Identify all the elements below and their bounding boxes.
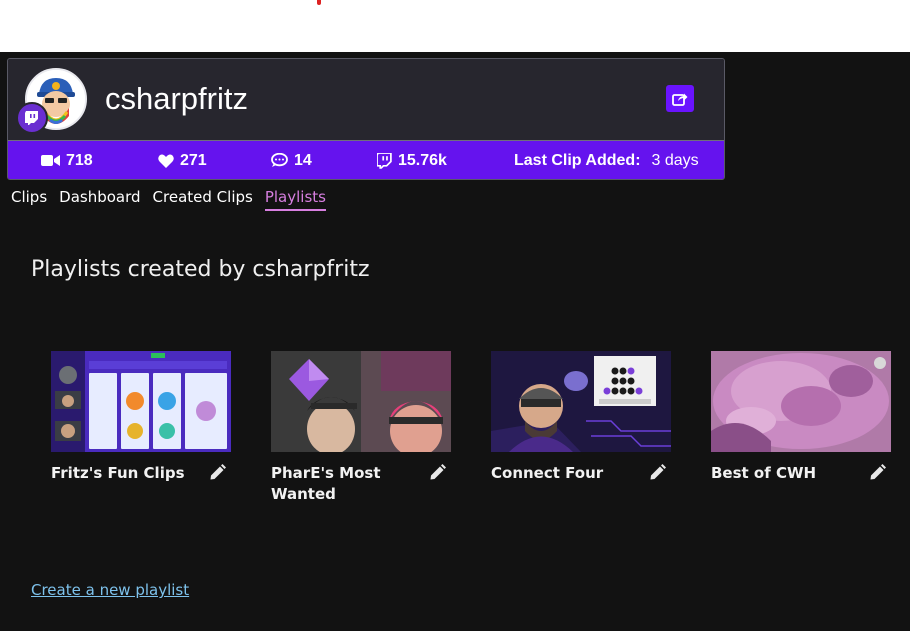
- username: csharpfritz: [105, 81, 248, 116]
- top-bar-mark: [317, 0, 321, 5]
- video-camera-icon: [41, 155, 60, 166]
- stat-comments: 14: [271, 141, 312, 179]
- playlist-title[interactable]: Connect Four: [491, 463, 641, 484]
- top-bar: [0, 0, 910, 52]
- edit-playlist-button[interactable]: [427, 462, 447, 482]
- last-clip-value: 3 days: [651, 151, 699, 169]
- pencil-icon: [870, 463, 886, 479]
- playlist-thumbnail[interactable]: [711, 351, 891, 452]
- comment-icon: [271, 153, 288, 167]
- share-button[interactable]: [666, 85, 694, 112]
- stat-likes-value: 271: [180, 151, 207, 169]
- playlist-thumbnail[interactable]: [271, 351, 451, 452]
- create-playlist-link[interactable]: Create a new playlist: [31, 581, 189, 599]
- stats-bar: 718 271 14 15.76k Last Clip Added: 3 day…: [8, 141, 724, 179]
- profile-header: csharpfritz: [8, 59, 724, 141]
- stat-views-value: 15.76k: [398, 151, 447, 169]
- playlist-title[interactable]: Fritz's Fun Clips: [51, 463, 201, 484]
- edit-playlist-button[interactable]: [207, 462, 227, 482]
- pencil-icon: [430, 463, 446, 479]
- stat-views: 15.76k: [377, 141, 447, 179]
- playlist-title[interactable]: Best of CWH: [711, 463, 861, 484]
- heart-icon: [158, 154, 174, 168]
- edit-playlist-button[interactable]: [647, 462, 667, 482]
- pencil-icon: [650, 463, 666, 479]
- profile-card: csharpfritz 718 271 14 15.76k Last Clip …: [7, 58, 725, 180]
- pencil-icon: [210, 463, 226, 479]
- stat-clips-value: 718: [66, 151, 93, 169]
- tab-bar: Clips Dashboard Created Clips Playlists: [11, 188, 326, 211]
- tab-dashboard[interactable]: Dashboard: [59, 188, 140, 211]
- twitch-icon: [377, 152, 392, 169]
- twitch-badge: [16, 102, 48, 134]
- stat-clips: 718: [41, 141, 93, 179]
- playlist-card: Fritz's Fun Clips: [51, 351, 232, 482]
- stat-comments-value: 14: [294, 151, 312, 169]
- playlist-card: Best of CWH: [711, 351, 892, 482]
- playlist-card: PharE's Most Wanted: [271, 351, 452, 503]
- twitch-icon: [25, 110, 38, 125]
- tab-created-clips[interactable]: Created Clips: [153, 188, 253, 211]
- playlist-card: Connect Four: [491, 351, 672, 482]
- playlist-thumbnail[interactable]: [491, 351, 671, 452]
- tab-clips[interactable]: Clips: [11, 188, 47, 211]
- last-clip-label: Last Clip Added:: [514, 151, 641, 169]
- playlist-title[interactable]: PharE's Most Wanted: [271, 463, 421, 505]
- stat-last-clip: Last Clip Added: 3 days: [514, 141, 699, 179]
- stat-likes: 271: [158, 141, 207, 179]
- tab-playlists[interactable]: Playlists: [264, 188, 326, 211]
- edit-playlist-button[interactable]: [867, 462, 887, 482]
- share-icon: [672, 93, 688, 106]
- page-title: Playlists created by csharpfritz: [31, 257, 370, 282]
- playlist-thumbnail[interactable]: [51, 351, 231, 452]
